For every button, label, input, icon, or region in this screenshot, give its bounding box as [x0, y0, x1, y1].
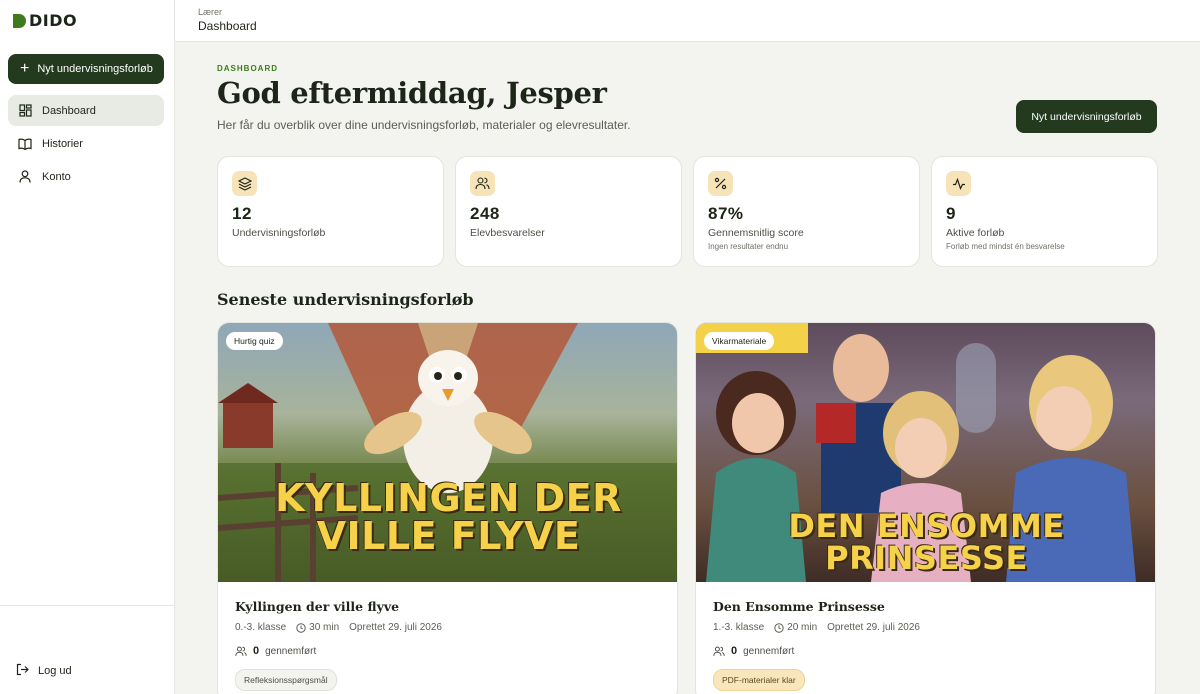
logout-icon — [16, 663, 29, 679]
breadcrumb-role: Lærer — [198, 7, 223, 17]
course-card-body: Kyllingen der ville flyve 0.-3. klasse 3… — [235, 599, 665, 657]
stat-label: Gennemsnitlig score — [708, 227, 804, 239]
course-duration: 20 min — [774, 622, 817, 633]
new-course-sidebar-button[interactable]: + Nyt undervisningsforløb — [8, 54, 164, 84]
grid-icon — [18, 104, 32, 118]
stat-card-active: 9 Aktive forløb Forløb med mindst én bes… — [931, 156, 1158, 267]
layers-icon — [232, 171, 257, 196]
sidebar: DIDO + Nyt undervisningsforløb Dashboard… — [0, 0, 175, 694]
completions-count: 0 — [253, 645, 260, 657]
stat-label: Aktive forløb — [946, 227, 1005, 239]
course-title[interactable]: Kyllingen der ville flyve — [235, 599, 665, 614]
clock-icon — [296, 622, 306, 633]
stats-row: 12 Undervisningsforløb 248 Elevbesvarels… — [217, 156, 1158, 267]
page-eyebrow: DASHBOARD — [217, 64, 278, 73]
activity-icon — [946, 171, 971, 196]
logout-button[interactable]: Log ud — [16, 663, 72, 679]
stat-label: Elevbesvarelser — [470, 227, 545, 239]
stat-note: Forløb med mindst én besvarelse — [946, 242, 1065, 251]
logo-icon — [13, 13, 26, 28]
stat-value: 87% — [708, 204, 744, 223]
sidebar-item-konto[interactable]: Konto — [8, 161, 164, 192]
course-card-image: Vikarmateriale DEN ENSOMME PRINSESSE — [696, 323, 1155, 582]
users-icon — [713, 646, 725, 656]
stat-label: Undervisningsforløb — [232, 227, 326, 239]
course-title[interactable]: Den Ensomme Prinsesse — [713, 599, 1143, 614]
stat-value: 12 — [232, 204, 252, 223]
recent-section-title: Seneste undervisningsforløb — [217, 290, 474, 309]
image-title: DEN ENSOMME PRINSESSE — [696, 507, 1155, 577]
course-meta: 0.-3. klasse 30 min Oprettet 29. juli 20… — [235, 622, 665, 633]
book-icon — [18, 137, 32, 151]
course-duration: 30 min — [296, 622, 339, 633]
user-icon — [18, 170, 32, 184]
stat-value: 248 — [470, 204, 500, 223]
percent-icon — [708, 171, 733, 196]
image-title-line: KYLLINGEN DER — [275, 476, 622, 520]
logo[interactable]: DIDO — [13, 11, 77, 30]
stat-card-score: 87% Gennemsnitlig score Ingen resultater… — [693, 156, 920, 267]
image-title: KYLLINGEN DER VILLE FLYVE — [218, 476, 677, 558]
sidebar-nav: Dashboard Historier Konto — [8, 95, 164, 194]
course-completions: 0 gennemført — [713, 645, 1143, 657]
course-card-image: Hurtig quiz KYLLINGEN DER VILLE FLYVE — [218, 323, 677, 582]
course-created: Oprettet 29. juli 2026 — [349, 622, 442, 633]
clock-icon — [774, 622, 784, 633]
course-grade: 0.-3. klasse — [235, 622, 287, 633]
users-icon — [235, 646, 247, 656]
course-completions: 0 gennemført — [235, 645, 665, 657]
new-course-button[interactable]: Nyt undervisningsforløb — [1016, 100, 1157, 133]
completions-label: gennemført — [743, 645, 795, 657]
users-icon — [470, 171, 495, 196]
topbar: Lærer Dashboard — [175, 0, 1200, 42]
logout-label: Log ud — [38, 665, 72, 677]
sidebar-item-label: Historier — [42, 137, 83, 150]
sidebar-item-label: Konto — [42, 170, 71, 183]
sidebar-item-dashboard[interactable]: Dashboard — [8, 95, 164, 126]
course-type-badge: Hurtig quiz — [226, 332, 283, 350]
image-title-line: DEN ENSOMME PRINSESSE — [788, 507, 1065, 577]
course-tag-chip: Refleksionsspørgsmål — [235, 669, 337, 691]
breadcrumb-title: Dashboard — [198, 19, 257, 33]
course-duration-value: 20 min — [787, 622, 818, 633]
completions-count: 0 — [731, 645, 738, 657]
course-card-body: Den Ensomme Prinsesse 1.-3. klasse 20 mi… — [713, 599, 1143, 657]
stat-value: 9 — [946, 204, 956, 223]
course-meta: 1.-3. klasse 20 min Oprettet 29. juli 20… — [713, 622, 1143, 633]
course-card[interactable]: Hurtig quiz KYLLINGEN DER VILLE FLYVE Ky… — [217, 322, 678, 694]
course-duration-value: 30 min — [309, 622, 340, 633]
course-created: Oprettet 29. juli 2026 — [827, 622, 920, 633]
course-tag-chip: PDF-materialer klar — [713, 669, 805, 691]
course-type-badge: Vikarmateriale — [704, 332, 775, 350]
sidebar-item-historier[interactable]: Historier — [8, 128, 164, 159]
sidebar-item-label: Dashboard — [42, 104, 96, 117]
stat-note: Ingen resultater endnu — [708, 242, 789, 251]
completions-label: gennemført — [265, 645, 317, 657]
course-grade: 1.-3. klasse — [713, 622, 765, 633]
course-card[interactable]: Vikarmateriale DEN ENSOMME PRINSESSE Den… — [695, 322, 1156, 694]
page-title: God eftermiddag, Jesper — [217, 76, 607, 110]
sidebar-divider — [0, 605, 175, 606]
stat-card-courses: 12 Undervisningsforløb — [217, 156, 444, 267]
new-course-sidebar-label: Nyt undervisningsforløb — [37, 63, 153, 75]
page-subtitle: Her får du overblik over dine undervisni… — [217, 118, 631, 132]
logo-text: DIDO — [29, 11, 78, 30]
stat-card-responses: 248 Elevbesvarelser — [455, 156, 682, 267]
plus-icon: + — [20, 60, 30, 77]
image-title-line: VILLE FLYVE — [316, 514, 581, 558]
